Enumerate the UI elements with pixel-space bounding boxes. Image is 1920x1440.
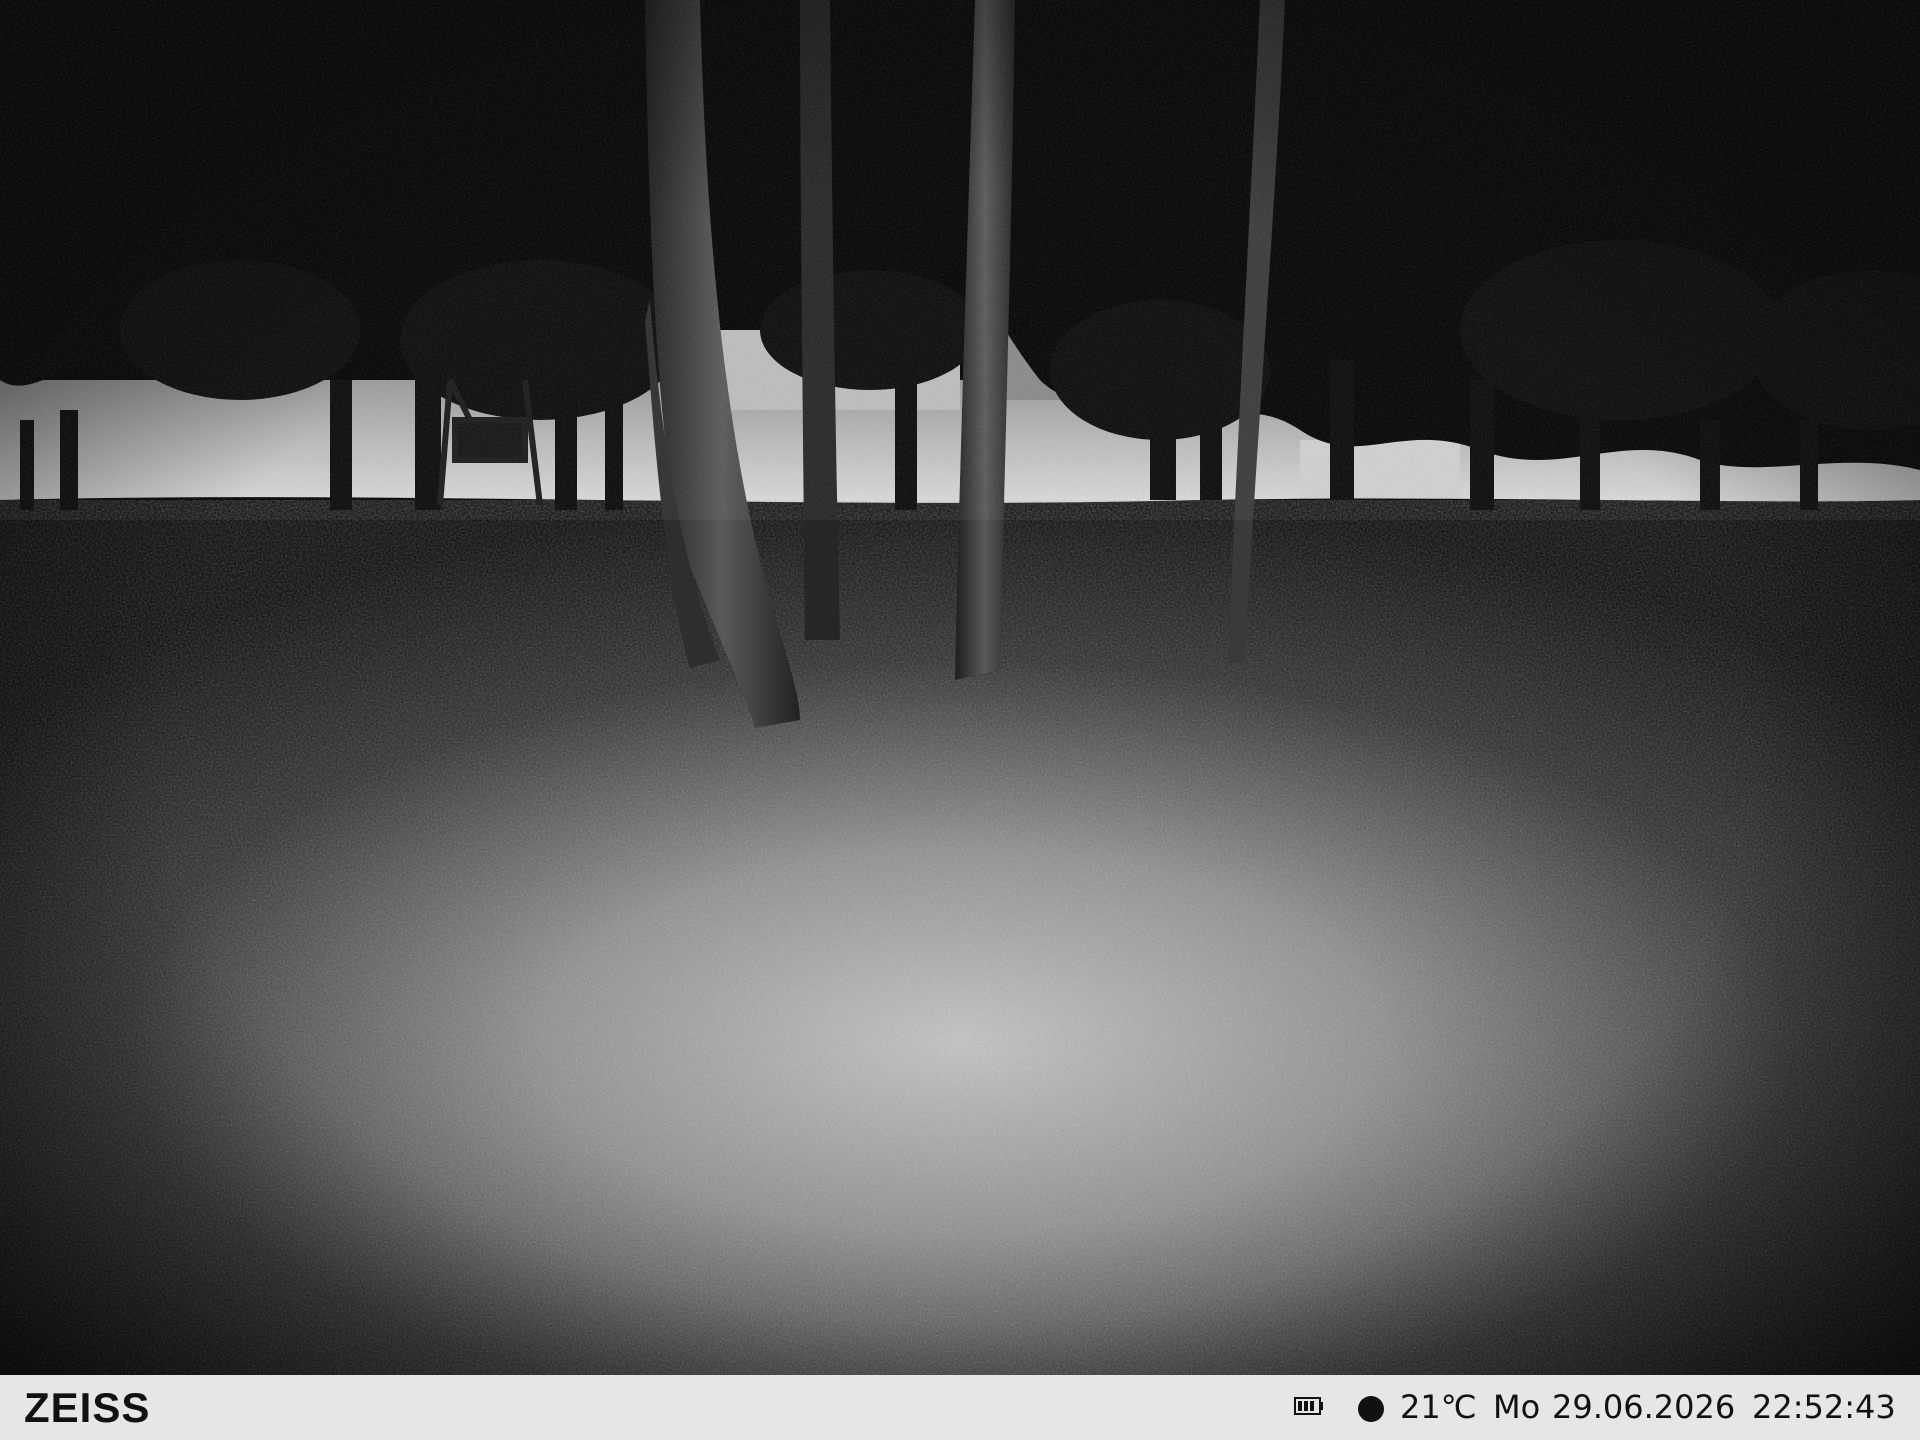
night-forest-scene xyxy=(0,0,1920,1375)
record-dot-icon xyxy=(1358,1396,1384,1422)
time-label: 22:52:43 xyxy=(1752,1388,1896,1426)
brand-logo: ZEISS xyxy=(24,1384,151,1431)
camera-info-bar: ZEISS 21℃ Mo 29.06.2026 22:52:43 xyxy=(0,1375,1920,1440)
battery-icon xyxy=(1294,1397,1323,1415)
camera-frame: ZEISS 21℃ Mo 29.06.2026 22:52:43 xyxy=(0,0,1920,1440)
date-label: 29.06.2026 xyxy=(1552,1388,1736,1426)
temperature-readout: 21℃ xyxy=(1400,1388,1477,1426)
weekday-label: Mo xyxy=(1493,1388,1541,1426)
